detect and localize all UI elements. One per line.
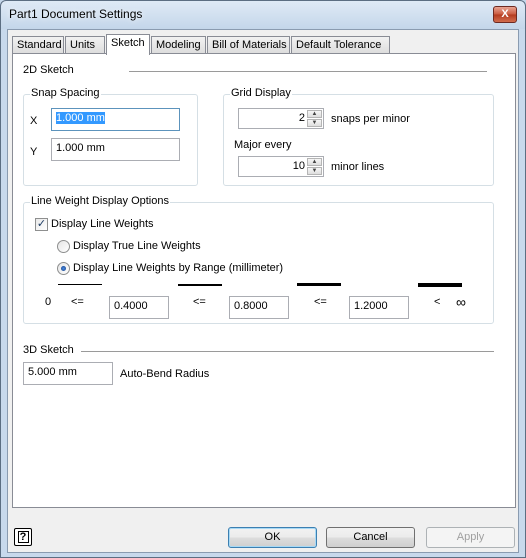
spin-up-icon[interactable]: ▲ — [307, 158, 322, 166]
snaps-per-minor-label: snaps per minor — [331, 113, 410, 125]
by-range-label[interactable]: Display Line Weights by Range (millimete… — [73, 262, 283, 274]
snap-x-input[interactable]: 1.000 mm — [51, 108, 180, 131]
tab-sketch[interactable]: Sketch — [106, 34, 150, 55]
grid-display-group: Grid Display 2 ▲ ▼ snaps per minor Major… — [223, 87, 494, 186]
auto-bend-radius-input[interactable]: 5.000 mm — [23, 362, 113, 385]
line-weight-sample-thick — [297, 283, 341, 286]
display-line-weights-label[interactable]: Display Line Weights — [51, 218, 154, 230]
window-title: Part1 Document Settings — [9, 7, 143, 21]
range-le-2: <= — [193, 296, 206, 308]
range-value-3: 1.2000 — [354, 300, 388, 312]
tab-modeling[interactable]: Modeling — [151, 36, 206, 54]
section-2d-sketch-title: 2D Sketch — [23, 64, 74, 76]
grid-display-label: Grid Display — [230, 87, 292, 99]
snap-y-input[interactable]: 1.000 mm — [51, 138, 180, 161]
range-le-3: <= — [314, 296, 327, 308]
spin-down-icon[interactable]: ▼ — [307, 167, 322, 175]
line-weight-group: Line Weight Display Options ✓ Display Li… — [23, 195, 494, 324]
range-value-3-input[interactable]: 1.2000 — [349, 296, 409, 319]
display-line-weights-checkbox[interactable]: ✓ — [35, 218, 48, 231]
true-line-weights-label[interactable]: Display True Line Weights — [73, 240, 201, 252]
major-every-label: Major every — [234, 139, 292, 151]
by-range-radio[interactable] — [57, 262, 70, 275]
section-divider — [81, 351, 494, 352]
section-3d-sketch-title: 3D Sketch — [23, 344, 74, 356]
snap-y-label: Y — [30, 146, 38, 158]
snaps-per-minor-value: 2 — [298, 112, 305, 124]
tab-default-tolerance[interactable]: Default Tolerance — [291, 36, 390, 54]
spin-down-icon[interactable]: ▼ — [307, 119, 322, 127]
ok-button[interactable]: OK — [228, 527, 317, 548]
line-weight-sample-medium — [178, 284, 222, 286]
true-line-weights-radio[interactable] — [57, 240, 70, 253]
tab-units[interactable]: Units — [65, 36, 105, 54]
range-lt: < — [434, 296, 441, 308]
range-zero-label: 0 — [45, 296, 52, 308]
range-value-1-input[interactable]: 0.4000 — [109, 296, 169, 319]
major-every-spinner[interactable]: 10 ▲ ▼ — [238, 156, 324, 177]
snaps-per-minor-spinner[interactable]: 2 ▲ ▼ — [238, 108, 324, 129]
snap-x-value: 1.000 mm — [56, 112, 105, 124]
range-le-1: <= — [71, 296, 84, 308]
minor-lines-label: minor lines — [331, 161, 385, 173]
auto-bend-radius-value: 5.000 mm — [28, 366, 77, 378]
section-divider — [129, 71, 487, 72]
tab-bill-of-materials[interactable]: Bill of Materials — [207, 36, 290, 54]
range-value-1: 0.4000 — [114, 300, 148, 312]
close-button[interactable]: X — [493, 6, 517, 23]
spin-up-icon[interactable]: ▲ — [307, 110, 322, 118]
line-weight-sample-thin — [58, 284, 102, 285]
line-weight-label: Line Weight Display Options — [30, 195, 170, 207]
title-bar[interactable]: Part1 Document Settings X — [1, 1, 525, 29]
auto-bend-radius-label: Auto-Bend Radius — [120, 368, 210, 380]
major-every-value: 10 — [292, 160, 305, 172]
close-icon: X — [501, 8, 509, 20]
line-weight-sample-heaviest — [418, 283, 462, 287]
snap-y-value: 1.000 mm — [56, 142, 105, 154]
range-value-2: 0.8000 — [234, 300, 268, 312]
help-button[interactable]: ? — [14, 528, 32, 546]
dialog-window: Part1 Document Settings X Standard Units… — [0, 0, 526, 558]
sketch-tab-page: 2D Sketch Snap Spacing X 1.000 mm Y 1.00… — [12, 53, 516, 508]
snap-spacing-group: Snap Spacing X 1.000 mm Y 1.000 mm — [23, 87, 198, 186]
apply-button[interactable]: Apply — [426, 527, 515, 548]
snap-spacing-label: Snap Spacing — [30, 87, 101, 99]
help-icon: ? — [17, 531, 29, 543]
snap-x-label: X — [30, 115, 38, 127]
infinity-icon: ∞ — [456, 294, 466, 310]
tab-standard[interactable]: Standard — [12, 36, 64, 54]
range-value-2-input[interactable]: 0.8000 — [229, 296, 289, 319]
cancel-button[interactable]: Cancel — [326, 527, 415, 548]
dialog-client-area: Standard Units Sketch Modeling Bill of M… — [7, 29, 519, 553]
